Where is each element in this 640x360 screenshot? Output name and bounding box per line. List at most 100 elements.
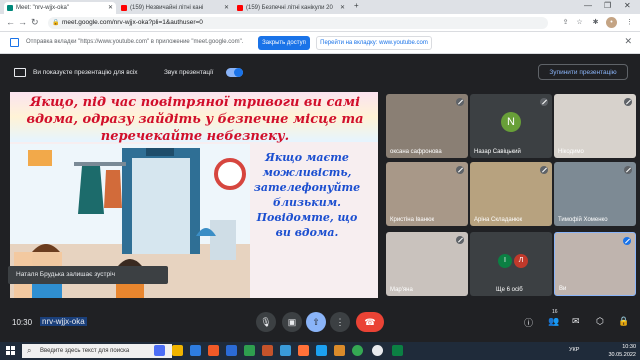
participant-tile[interactable]: оксана сафронова (386, 94, 468, 158)
meeting-time: 10:30 (12, 318, 33, 327)
back-icon[interactable]: ← (6, 17, 15, 27)
present-screen-icon (14, 68, 26, 77)
meet-presenting-bar: Ви показуєте презентацію для всіх Звук п… (0, 54, 640, 90)
participant-tile[interactable]: N Назар Савіцький (470, 94, 552, 158)
host-controls-icon[interactable]: 🔒 (618, 316, 629, 327)
self-tile[interactable]: Ви (554, 232, 636, 296)
slide-title: Якщо, під час повітряної тривоги ви самі… (26, 95, 364, 144)
close-tab-icon[interactable]: ✕ (108, 4, 113, 11)
meeting-code: nrv-wjjx-oka (40, 317, 87, 326)
microphone-button[interactable]: 🎙 (256, 312, 276, 332)
meet-control-bar: 10:30 nrv-wjjx-oka 🎙 ▣ ⇧ ⋮ ☎ ⓘ 👥 16 ✉ ⬡ … (0, 304, 640, 342)
tab-youtube-2[interactable]: (159) Безпечні літні канікули 20 ✕ (234, 2, 348, 14)
new-tab-button[interactable]: + (354, 1, 359, 10)
close-window-icon[interactable]: ✕ (624, 1, 631, 10)
menu-icon[interactable]: ⋮ (624, 17, 635, 28)
folder-icon[interactable] (334, 345, 345, 356)
chat-icon[interactable]: ✉ (572, 316, 580, 327)
present-now-button[interactable]: ⇧ (306, 312, 326, 332)
meet-favicon-icon (7, 5, 13, 11)
telegram-icon[interactable] (316, 345, 327, 356)
reload-icon[interactable]: ↻ (31, 17, 39, 28)
forward-icon[interactable]: → (18, 17, 27, 27)
tab-label: Meet: "nrv-wjjx-oka" (16, 5, 69, 11)
powerpoint-icon[interactable] (262, 345, 273, 356)
browser-tab-bar: Meet: "nrv-wjjx-oka" ✕ (159) Незвичайні … (0, 0, 640, 14)
muted-mic-icon (624, 166, 632, 174)
taskbar-search-placeholder: Введите здесь текст для поиска (40, 348, 130, 354)
muted-mic-icon (624, 98, 632, 106)
excel-icon[interactable] (244, 345, 255, 356)
participant-avatar: N (501, 112, 521, 132)
participant-tile[interactable]: Тимофій Хоменко (554, 162, 636, 226)
youtube-favicon-icon (121, 5, 127, 11)
tray-date: 30.05.2022 (608, 352, 636, 358)
people-icon[interactable]: 👥 (548, 316, 559, 327)
participant-tile[interactable]: Кристіна Іванюк (386, 162, 468, 226)
end-call-button[interactable]: ☎ (356, 312, 384, 332)
muted-mic-icon (540, 98, 548, 106)
tab-youtube-1[interactable]: (159) Незвичайні літні кані ✕ (118, 2, 232, 14)
system-clock[interactable]: 10:30 30.05.2022 (608, 343, 636, 359)
keyboard-language[interactable]: УКР (569, 347, 579, 353)
cast-icon (10, 38, 19, 47)
presentation-sound-toggle[interactable] (226, 68, 243, 77)
stop-presentation-button[interactable]: Зупинити презентацію (538, 64, 628, 80)
windows-start-icon[interactable] (6, 346, 16, 356)
toggle-knob (234, 68, 243, 77)
info-icon[interactable]: ⓘ (524, 316, 533, 329)
participant-left-toast: Наталя Брудька залишає зустріч (8, 266, 168, 284)
youtube-favicon-icon (237, 5, 243, 11)
task-view-icon[interactable] (154, 345, 165, 356)
share-icon[interactable]: ⇪ (560, 17, 571, 28)
participant-tile[interactable]: Аріна Складанюк (470, 162, 552, 226)
stop-sharing-button[interactable]: Закрыть доступ (258, 36, 310, 50)
taskbar-search-input[interactable]: ⌕ Введите здесь текст для поиска (22, 344, 172, 358)
camera-button[interactable]: ▣ (282, 312, 302, 332)
windows-taskbar: ⌕ Введите здесь текст для поиска УКР 10:… (0, 342, 640, 360)
chrome-icon[interactable] (352, 345, 363, 356)
muted-mic-icon (456, 236, 464, 244)
profile-avatar[interactable]: • (606, 17, 617, 28)
tab-label: (159) Безпечні літні канікули 20 (246, 5, 333, 11)
participant-name: Мар'яна (390, 287, 413, 293)
speaking-indicator-icon (623, 237, 631, 245)
participants-count-badge: 16 (552, 309, 558, 315)
participant-tile[interactable]: Нікодимо (554, 94, 636, 158)
meet-icon[interactable] (392, 345, 403, 356)
firefox-icon[interactable] (298, 345, 309, 356)
tab-meet[interactable]: Meet: "nrv-wjjx-oka" ✕ (4, 2, 116, 14)
more-options-button[interactable]: ⋮ (330, 312, 350, 332)
close-tab-icon[interactable]: ✕ (340, 4, 345, 11)
participant-avatar: Л (514, 254, 528, 268)
search-icon: ⌕ (27, 346, 32, 355)
participant-name: Кристіна Іванюк (390, 217, 435, 223)
participant-name: Назар Савіцький (474, 149, 521, 155)
muted-mic-icon (456, 166, 464, 174)
edge-icon[interactable] (280, 345, 291, 356)
word-icon[interactable] (226, 345, 237, 356)
close-tab-icon[interactable]: ✕ (224, 4, 229, 11)
url-field[interactable]: 🔒 meet.google.com/nrv-wjjx-oka?pli=1&aut… (48, 17, 548, 29)
chrome-running-icon[interactable] (372, 345, 383, 356)
more-participants-label: Ще 6 осіб (496, 287, 523, 293)
minimize-icon[interactable]: — (584, 1, 592, 10)
address-bar-row: ← → ↻ 🔒 meet.google.com/nrv-wjjx-oka?pli… (0, 14, 640, 32)
participant-name: Нікодимо (558, 149, 584, 155)
more-participants-tile[interactable]: І Л Ще 6 осіб (470, 232, 552, 296)
maximize-icon[interactable]: ❐ (604, 1, 611, 10)
participant-tile[interactable]: Мар'яна (386, 232, 468, 296)
mail-icon[interactable] (190, 345, 201, 356)
participant-name: Ви (559, 286, 567, 292)
extensions-icon[interactable]: ✱ (590, 17, 601, 28)
tab-share-infobar: Отправка вкладки "https://www.youtube.co… (0, 32, 640, 54)
office-icon[interactable] (208, 345, 219, 356)
infobar-text: Отправка вкладки "https://www.youtube.co… (26, 39, 244, 45)
activities-icon[interactable]: ⬡ (596, 316, 604, 327)
file-explorer-icon[interactable] (172, 345, 183, 356)
close-infobar-icon[interactable]: ✕ (624, 36, 632, 47)
switch-tab-button[interactable]: Перейти на вкладку: www.youtube.com (316, 36, 432, 50)
muted-mic-icon (540, 166, 548, 174)
participant-name: Аріна Складанюк (474, 217, 523, 223)
star-icon[interactable]: ☆ (574, 17, 585, 28)
